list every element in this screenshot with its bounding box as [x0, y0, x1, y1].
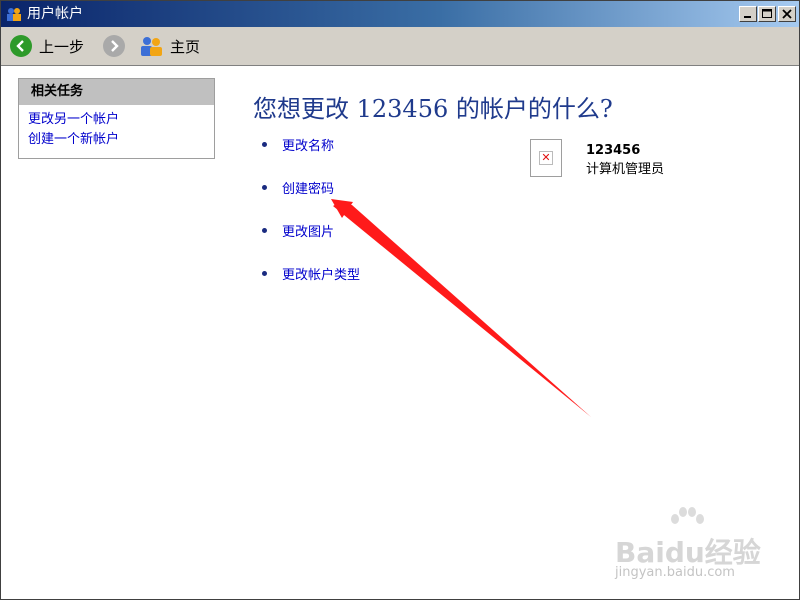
user-picture: ✕: [530, 139, 562, 177]
back-label: 上一步: [39, 37, 85, 56]
close-button[interactable]: [778, 6, 796, 22]
bullet-icon: [262, 142, 267, 147]
minimize-button[interactable]: [739, 6, 757, 22]
user-accounts-icon: [7, 8, 21, 21]
bullet-icon: [262, 185, 267, 190]
broken-image-icon: ✕: [539, 151, 553, 165]
change-picture-link[interactable]: 更改图片: [282, 221, 334, 240]
create-password-link[interactable]: 创建密码: [282, 178, 334, 197]
change-another-account-link[interactable]: 更改另一个帐户: [28, 110, 214, 130]
home-label: 主页: [170, 37, 201, 56]
create-password-option[interactable]: 创建密码: [262, 178, 334, 197]
maximize-icon: [762, 9, 772, 18]
minimize-icon: [744, 16, 751, 18]
forward-arrow-icon: [103, 35, 125, 57]
related-tasks-panel: 相关任务 更改另一个帐户 创建一个新帐户: [18, 78, 215, 159]
change-name-option[interactable]: 更改名称: [262, 135, 334, 154]
baidu-watermark: Baidu经验 jingyan.baidu.com: [601, 507, 771, 583]
change-account-type-option[interactable]: 更改帐户类型: [262, 264, 360, 283]
create-new-account-link[interactable]: 创建一个新帐户: [28, 130, 214, 150]
close-icon: [782, 9, 792, 19]
user-name: 123456: [586, 143, 641, 158]
change-account-type-link[interactable]: 更改帐户类型: [282, 264, 360, 283]
watermark-url: jingyan.baidu.com: [615, 565, 735, 580]
change-picture-option[interactable]: 更改图片: [262, 221, 334, 240]
change-name-link[interactable]: 更改名称: [282, 135, 334, 154]
user-role: 计算机管理员: [586, 162, 665, 177]
window-title: 用户帐户: [27, 6, 83, 22]
bullet-icon: [262, 228, 267, 233]
bullet-icon: [262, 271, 267, 276]
user-accounts-home-icon: [141, 37, 162, 56]
user-accounts-window: 用户帐户 上一步 主页 相关任务 更改另一个帐户 创建一个新帐户 您想更改 12…: [0, 0, 800, 600]
related-tasks-header: 相关任务: [19, 79, 214, 105]
page-title: 您想更改 123456 的帐户的什么?: [253, 95, 613, 123]
home-button[interactable]: 主页: [140, 34, 200, 58]
forward-button[interactable]: [103, 34, 125, 58]
title-bar[interactable]: 用户帐户: [1, 1, 799, 27]
back-arrow-icon: [10, 35, 32, 57]
maximize-button[interactable]: [758, 6, 776, 22]
toolbar: 上一步 主页: [1, 27, 799, 66]
back-button[interactable]: 上一步: [10, 34, 84, 58]
